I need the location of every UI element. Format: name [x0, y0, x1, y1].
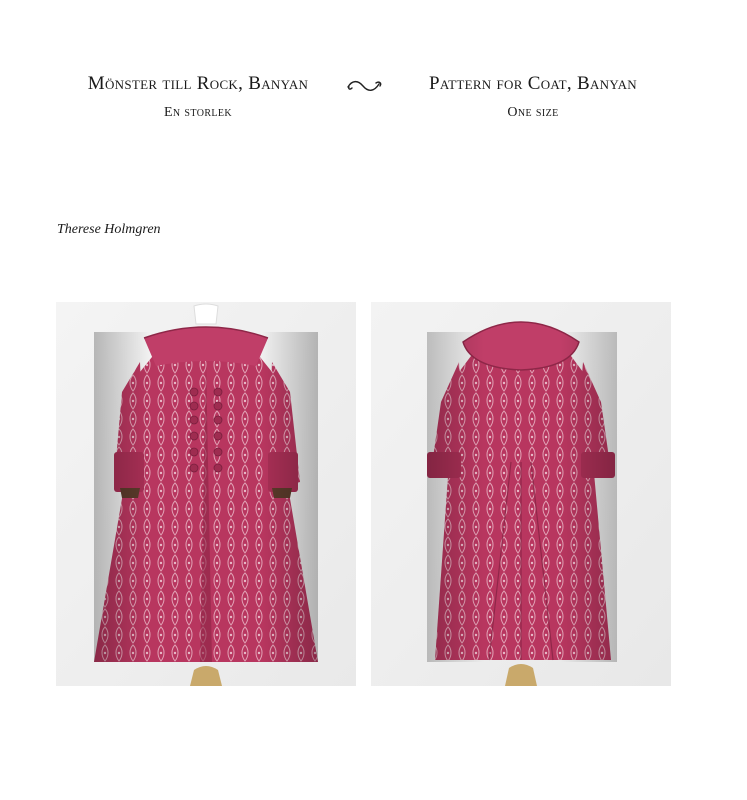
back-view-photo [371, 302, 671, 686]
swedish-title-block: Mönster till Rock, Banyan En storlek [60, 72, 336, 121]
english-title: Pattern for Coat, Banyan [428, 73, 637, 94]
english-subtitle: One size [507, 105, 559, 120]
english-title-block: Pattern for Coat, Banyan One size [403, 72, 663, 121]
swedish-subtitle: En storlek [163, 105, 233, 120]
author-name: Therese Holmgren [57, 222, 161, 237]
swedish-title: Mönster till Rock, Banyan [87, 73, 309, 94]
swirl-ornament-icon [347, 80, 382, 91]
front-view-photo [56, 302, 356, 686]
